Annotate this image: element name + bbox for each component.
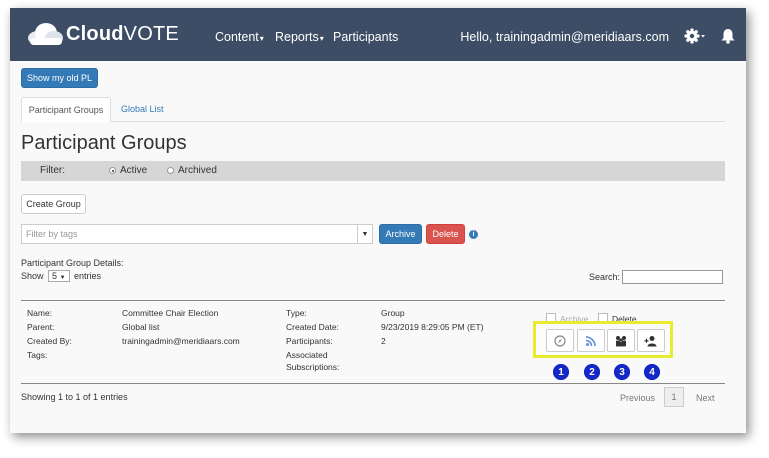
- participants-value: 2: [381, 336, 386, 346]
- show-entries: Show 5 ▼ entries: [21, 270, 102, 282]
- callout-badge-3: 3: [614, 364, 630, 380]
- tag-filter-select[interactable]: Filter by tags ▼: [21, 224, 373, 244]
- group-icon: [616, 335, 626, 346]
- table-bottom-divider: [21, 383, 725, 384]
- callout-badge-2: 2: [584, 364, 600, 380]
- caret-down-icon: ▾: [319, 34, 324, 43]
- cloudvote-logo[interactable]: CloudVOTE: [24, 20, 179, 48]
- created-by-value: trainingadmin@meridiaars.com: [122, 336, 240, 346]
- app-window: CloudVOTE Content▾ Reports▾ Participants…: [10, 8, 746, 433]
- archive-button[interactable]: Archive: [379, 224, 422, 244]
- entries-select[interactable]: 5 ▼: [48, 270, 70, 282]
- nav-content[interactable]: Content▾: [215, 30, 264, 44]
- nav-participants[interactable]: Participants: [333, 30, 398, 44]
- logo-word-cloud: Cloud: [66, 22, 124, 45]
- created-by-label: Created By:: [27, 336, 72, 346]
- type-label: Type:: [286, 308, 307, 318]
- created-date-value: 9/23/2019 8:29:05 PM (ET): [381, 322, 484, 332]
- action-button-3[interactable]: [607, 329, 635, 352]
- table-top-divider: [21, 300, 725, 301]
- search-input[interactable]: [622, 270, 723, 284]
- parent-label: Parent:: [27, 322, 55, 332]
- callout-badge-4: 4: [644, 364, 660, 380]
- gear-icon: [684, 28, 705, 44]
- action-button-4[interactable]: [637, 329, 665, 352]
- add-user-icon: [644, 335, 657, 346]
- settings-menu[interactable]: [684, 28, 706, 49]
- filter-bar: Filter: Active Archived: [21, 161, 725, 181]
- delete-button[interactable]: Delete: [426, 224, 465, 244]
- page-title: Participant Groups: [21, 132, 187, 154]
- rss-icon: [585, 335, 596, 346]
- pagination-page-1[interactable]: 1: [664, 387, 684, 407]
- caret-down-icon: ▾: [259, 34, 264, 43]
- cloud-logo-icon: [28, 23, 63, 45]
- tags-label: Tags:: [27, 350, 48, 360]
- action-button-2[interactable]: [577, 329, 605, 352]
- parent-value: Global list: [122, 322, 160, 332]
- radio-dot-icon: [167, 167, 174, 174]
- callout-badge-1: 1: [553, 364, 569, 380]
- participants-label: Participants:: [286, 336, 333, 346]
- top-navbar: CloudVOTE Content▾ Reports▾ Participants…: [10, 8, 746, 61]
- pagination-previous[interactable]: Previous: [620, 393, 655, 403]
- type-value: Group: [381, 308, 405, 318]
- caret-down-icon: ▼: [357, 225, 372, 243]
- tab-bar: Participant Groups Global List: [21, 97, 725, 122]
- logo-word-vote: VOTE: [123, 22, 179, 45]
- pagination-next[interactable]: Next: [696, 393, 715, 403]
- subscriptions-label: Subscriptions:: [286, 362, 340, 372]
- radio-dot-icon: [109, 167, 116, 174]
- nav-reports[interactable]: Reports▾: [275, 30, 324, 44]
- tab-global-list[interactable]: Global List: [121, 97, 164, 121]
- created-date-label: Created Date:: [286, 322, 339, 332]
- name-value: Committee Chair Election: [122, 308, 219, 318]
- create-group-button[interactable]: Create Group: [21, 194, 86, 214]
- filter-archived-radio[interactable]: Archived: [167, 165, 217, 176]
- filter-active-radio[interactable]: Active: [109, 165, 147, 176]
- tag-filter-placeholder: Filter by tags: [26, 229, 78, 239]
- name-label: Name:: [27, 308, 53, 318]
- details-label: Participant Group Details:: [21, 258, 124, 268]
- showing-info: Showing 1 to 1 of 1 entries: [21, 392, 128, 402]
- notifications-button[interactable]: [721, 28, 735, 49]
- user-greeting[interactable]: Hello, trainingadmin@meridiaars.com: [460, 30, 669, 44]
- info-icon[interactable]: i: [469, 230, 478, 239]
- show-old-pl-button[interactable]: Show my old PL: [21, 68, 98, 88]
- compass-icon: [554, 334, 566, 347]
- search-label: Search:: [589, 272, 621, 282]
- filter-label: Filter:: [40, 165, 65, 176]
- caret-down-icon: ▼: [59, 275, 66, 281]
- associated-label: Associated: [286, 350, 328, 360]
- tab-participant-groups[interactable]: Participant Groups: [21, 97, 111, 122]
- action-button-1[interactable]: [546, 329, 574, 352]
- bell-icon: [721, 29, 735, 44]
